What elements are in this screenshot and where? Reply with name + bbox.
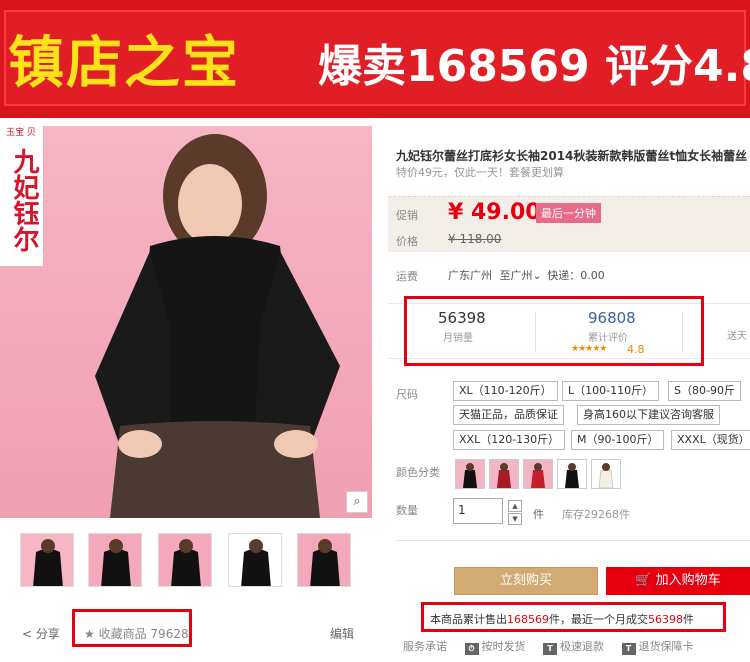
- brand-label: 玉宝 贝 九妃钰尔: [0, 126, 44, 266]
- review-label: 累计评价: [588, 333, 628, 344]
- service-item-label: 退货保障卡: [638, 640, 694, 653]
- thumbnail-5[interactable]: [297, 533, 351, 587]
- monthly-sales-label: 月销量: [443, 333, 473, 344]
- quantity-input[interactable]: 1: [453, 498, 503, 524]
- thumbnail-1[interactable]: [20, 533, 74, 587]
- return-card-icon: T: [621, 643, 636, 655]
- ship-fee: 快递：0.00: [547, 269, 605, 282]
- delivery-info: 送天: [727, 331, 747, 342]
- thumbnail-2[interactable]: [88, 533, 142, 587]
- brand-name: 九妃钰尔: [9, 148, 39, 252]
- color-label: 颜色分类: [396, 466, 440, 479]
- shipping-info: 广东广州 至广州⌄ 快递：0.00: [448, 267, 605, 283]
- quantity-up-button[interactable]: ▲: [508, 500, 522, 512]
- service-label: 服务承诺: [403, 640, 447, 653]
- share-button[interactable]: < 分享: [22, 625, 60, 642]
- buy-now-button[interactable]: 立刻购买: [454, 567, 598, 595]
- size-option[interactable]: M（90-100斤）: [571, 430, 665, 450]
- size-option[interactable]: XXL（120-130斤）: [453, 430, 566, 450]
- color-swatch[interactable]: [523, 459, 553, 489]
- size-option[interactable]: L（100-110斤）: [562, 381, 660, 401]
- service-item-label: 极速退款: [560, 640, 604, 653]
- size-option[interactable]: 身高160以下建议咨询客服: [577, 405, 720, 425]
- quantity-down-button[interactable]: ▼: [508, 513, 522, 525]
- magnifier-icon[interactable]: ⌕: [346, 491, 368, 513]
- star-icon: ★: [84, 627, 99, 641]
- size-option[interactable]: 天猫正品，品质保证: [453, 405, 564, 425]
- sales-summary: 本商品累计售出168569件，最近一个月成交56398件: [430, 611, 694, 627]
- main-product-image[interactable]: [0, 126, 372, 518]
- promo-price: ¥ 49.00: [448, 200, 541, 225]
- refund-icon: T: [543, 643, 557, 655]
- cart-icon: 🛒: [635, 573, 656, 588]
- service-item-refund[interactable]: T 极速退款: [543, 640, 604, 655]
- color-swatch[interactable]: [557, 459, 587, 489]
- service-item-return[interactable]: T 退货保障卡: [621, 640, 694, 655]
- service-item-ontime[interactable]: ⏱ 按时发货: [464, 640, 526, 655]
- thumbnail-3[interactable]: [158, 533, 212, 587]
- service-promises: 服务承诺 ⏱ 按时发货 T 极速退款 T 退货保障卡: [403, 638, 708, 655]
- orig-price: ¥ 118.00: [448, 232, 502, 246]
- add-to-cart-label: 加入购物车: [655, 573, 721, 588]
- size-option[interactable]: S（80-90斤: [668, 381, 741, 401]
- product-title: 九妃钰尔蕾丝打底衫女长袖2014秋装新款韩版蕾丝t恤女长袖蕾丝: [396, 149, 748, 163]
- color-swatch[interactable]: [455, 459, 485, 489]
- collect-label: 收藏商品: [98, 627, 147, 641]
- clock-icon: ⏱: [464, 643, 479, 655]
- share-label: 分享: [35, 627, 60, 641]
- ship-label: 运费: [396, 270, 418, 283]
- quantity-label: 数量: [396, 504, 418, 517]
- review-count[interactable]: 96808: [588, 309, 636, 327]
- share-icon: <: [22, 627, 36, 641]
- banner-title-left: 镇店之宝: [8, 31, 240, 96]
- quantity-unit: 件: [533, 508, 544, 521]
- summary-month: 56398: [648, 613, 683, 626]
- rating-stars: ★★★★★: [571, 344, 607, 354]
- chevron-down-icon: ⌄: [532, 269, 542, 282]
- side-tag: 玉宝 贝: [6, 128, 36, 138]
- summary-text: 件: [683, 613, 694, 626]
- collect-count: 79628: [150, 627, 189, 641]
- ship-to-select[interactable]: 至广州: [500, 269, 533, 282]
- summary-total: 168569: [507, 613, 549, 626]
- add-to-cart-button[interactable]: 🛒 加入购物车: [606, 567, 750, 595]
- product-subtitle: 特价49元，仅此一天！套餐更划算: [396, 166, 564, 179]
- summary-text: 件，最近一个月成交: [549, 613, 648, 626]
- size-label: 尺码: [396, 388, 418, 401]
- size-option[interactable]: XL（110-120斤）: [453, 381, 558, 401]
- color-swatch[interactable]: [591, 459, 621, 489]
- size-option[interactable]: XXXL（现货）: [671, 430, 750, 450]
- collect-button[interactable]: ★ 收藏商品 79628: [84, 625, 189, 642]
- rating-score: 4.8: [627, 343, 645, 356]
- price-tag: 最后一分钟: [536, 203, 601, 223]
- service-item-label: 按时发货: [481, 640, 526, 653]
- color-swatch[interactable]: [489, 459, 519, 489]
- model-illustration: [95, 134, 340, 518]
- divider: [396, 540, 750, 541]
- thumbnail-4[interactable]: [228, 533, 282, 587]
- banner-title-right: 爆卖168569 评分4.8: [318, 41, 750, 92]
- summary-text: 本商品累计售出: [430, 613, 507, 626]
- promo-label: 促销: [396, 209, 418, 222]
- stock-count: 库存29268件: [562, 508, 630, 521]
- edit-link[interactable]: 编辑: [330, 625, 354, 642]
- orig-price-label: 价格: [396, 235, 418, 248]
- monthly-sales-count: 56398: [438, 309, 486, 327]
- ship-from: 广东广州: [448, 269, 492, 282]
